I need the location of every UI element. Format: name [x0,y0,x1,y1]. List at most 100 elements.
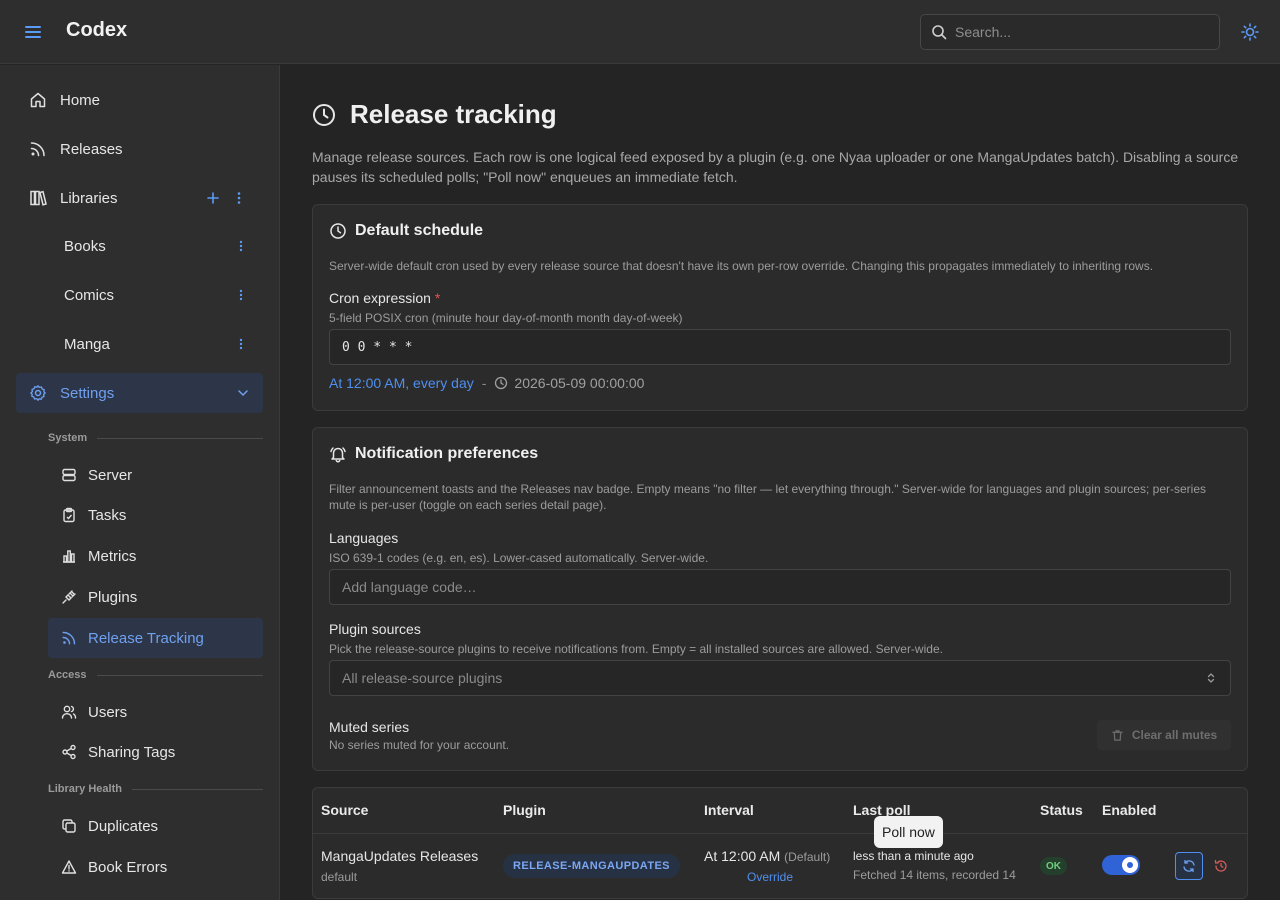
rss-icon [29,140,47,158]
more-vertical-icon[interactable] [231,190,247,206]
plugin-sources-select[interactable]: All release-source plugins [329,660,1231,696]
default-schedule-card: Default schedule Server-wide default cro… [312,204,1248,411]
users-icon [61,704,77,720]
sidebar-item-settings[interactable]: Settings [16,373,263,413]
cron-label-text: Cron expression [329,290,431,306]
column-header-enabled[interactable]: Enabled [1102,802,1156,818]
card-title: Default schedule [355,222,484,239]
search-input[interactable] [955,15,1215,49]
separator: - [481,375,487,391]
table-header: Source Plugin Interval Last poll Status … [313,788,1247,834]
books-icon [29,189,47,207]
sidebar-item-label: Book Errors [88,859,168,876]
library-item-books[interactable]: Books [48,226,263,266]
interval-value: At 12:00 AM (Default) [704,848,830,864]
sidebar-item-tasks[interactable]: Tasks [48,495,263,535]
more-vertical-icon[interactable] [233,336,249,352]
page-title: Release tracking [350,99,557,129]
sidebar-item-users[interactable]: Users [48,692,263,732]
sidebar-item-duplicates[interactable]: Duplicates [48,806,263,846]
enabled-toggle[interactable] [1102,855,1140,875]
sun-icon[interactable] [1240,22,1260,42]
sidebar-item-home[interactable]: Home [16,80,263,120]
interval-note: (Default) [784,850,831,864]
top-app-bar: Codex [0,0,1280,64]
reset-schedule-icon[interactable] [1213,858,1229,874]
rss-icon [61,630,77,646]
languages-label: Languages [329,530,399,546]
sidebar-item-release-tracking[interactable]: Release Tracking [48,618,263,658]
plugin-sources-label: Plugin sources [329,621,421,637]
column-header-source[interactable]: Source [321,802,368,818]
sidebar-item-label: Duplicates [88,818,159,835]
cron-label: Cron expression * [329,290,440,306]
search-icon [931,24,947,40]
next-run-time: 2026-05-09 00:00:00 [514,375,645,391]
add-library-icon[interactable] [205,190,221,206]
column-header-status[interactable]: Status [1040,802,1083,818]
notification-preferences-card: Notification preferences Filter announce… [312,427,1248,771]
section-label-system: System [48,432,263,444]
card-header: Notification preferences [329,445,538,463]
card-description: Filter announcement toasts and the Relea… [329,482,1206,512]
more-vertical-icon[interactable] [233,287,249,303]
sidebar-item-label: Sharing Tags [88,744,176,761]
source-key: default [321,870,358,884]
muted-series-hint: No series muted for your account. [329,738,510,752]
sidebar-item-libraries[interactable]: Libraries [16,178,263,218]
search-box[interactable] [920,14,1220,50]
sidebar-item-label: Releases [60,141,123,158]
trash-icon [1112,729,1123,741]
cron-input[interactable]: 0 0 * * * [329,329,1231,365]
library-item-manga[interactable]: Manga [48,324,263,364]
source-name: MangaUpdates Releases [321,848,479,864]
sidebar-item-metrics[interactable]: Metrics [48,536,263,576]
app-title: Codex [66,19,128,41]
cron-human-readable: At 12:00 AM, every day [329,375,474,391]
section-label-text: Library Health [48,783,122,795]
sidebar-item-releases[interactable]: Releases [16,129,263,169]
poll-now-button[interactable] [1175,852,1203,880]
library-item-label: Books [64,238,106,255]
sidebar-item-label: Plugins [88,589,138,606]
sidebar-item-sharing-tags[interactable]: Sharing Tags [48,732,263,772]
section-label-text: Access [48,669,87,681]
clock-icon [312,103,336,127]
languages-hint: ISO 639-1 codes (e.g. en, es). Lower-cas… [329,551,709,565]
sidebar-item-book-errors[interactable]: Book Errors [48,847,263,887]
sidebar: Home Releases Libraries Books Comics Man… [0,65,280,900]
plugin-sources-hint: Pick the release-source plugins to recei… [329,642,943,656]
override-link[interactable]: Override [747,870,793,884]
more-vertical-icon[interactable] [233,238,249,254]
page-description: Manage release sources. Each row is one … [312,149,1239,185]
chevron-up-down-icon [1204,671,1218,685]
clipboard-icon [61,507,77,523]
sidebar-item-label: Release Tracking [88,630,204,647]
section-label-library-health: Library Health [48,783,263,795]
clear-mutes-label: Clear all mutes [1131,728,1218,742]
library-item-comics[interactable]: Comics [48,275,263,315]
share-icon [61,744,77,760]
column-header-plugin[interactable]: Plugin [503,802,546,818]
sidebar-item-plugins[interactable]: Plugins [48,577,263,617]
card-title: Notification preferences [355,445,539,462]
menu-icon[interactable] [22,21,44,43]
plugin-badge: RELEASE-MANGAUPDATES [503,854,680,878]
language-code-input[interactable]: Add language code… [329,569,1231,605]
refresh-icon [1183,859,1195,873]
card-description: Server-wide default cron used by every r… [329,259,1154,273]
clear-all-mutes-button[interactable]: Clear all mutes [1097,720,1231,750]
sidebar-item-label: Server [88,467,133,484]
release-sources-table: Source Plugin Interval Last poll Status … [312,787,1248,899]
chevron-down-icon [235,385,251,401]
sidebar-item-label: Home [60,92,101,109]
language-input-placeholder: Add language code… [342,579,477,595]
column-header-interval[interactable]: Interval [704,802,754,818]
interval-text: At 12:00 AM [704,848,781,864]
clock-icon [329,222,347,240]
library-item-label: Comics [64,287,115,304]
sidebar-item-server[interactable]: Server [48,455,263,495]
cron-hint: 5-field POSIX cron (minute hour day-of-m… [329,311,683,325]
cron-preview: At 12:00 AM, every day - 2026-05-09 00:0… [329,375,644,391]
plug-icon [61,589,77,605]
